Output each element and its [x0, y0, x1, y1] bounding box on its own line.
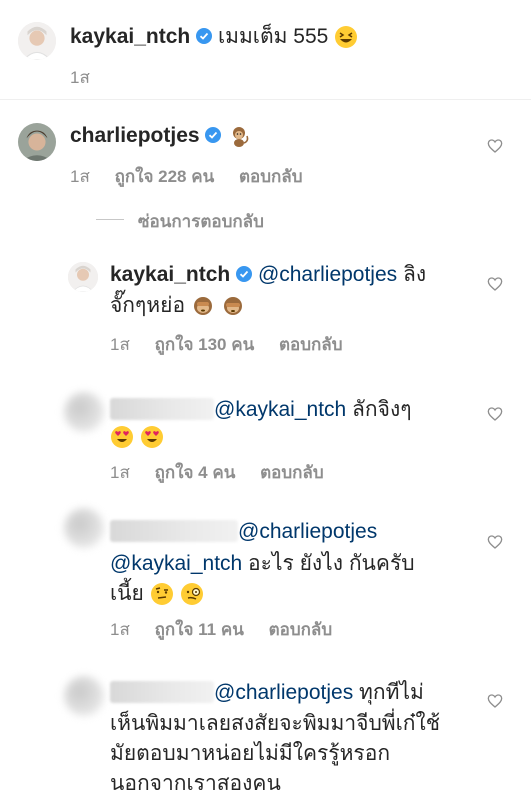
reply-text-line3: มัยตอบมาหน่อยไม่มีใครรู้หรอก: [110, 738, 390, 769]
username[interactable]: kaykai_ntch: [110, 263, 230, 286]
verified-badge-icon: [236, 260, 253, 282]
reply-text: kaykai_ntch @charliepotjes ลิง: [110, 259, 426, 290]
reply-line: มัยตอบมาหน่อยไม่มีใครรู้หรอก: [110, 742, 391, 765]
see-no-evil-monkey-icon: [221, 294, 245, 318]
timestamp: 1ส: [70, 68, 90, 87]
timestamp: 1ส: [110, 620, 130, 639]
reply-line: นอกจากเราสองคน: [110, 772, 281, 795]
comment-text: charliepotjes: [70, 120, 251, 151]
mention-link[interactable]: @kaykai_ntch: [110, 552, 242, 575]
avatar[interactable]: [18, 22, 56, 60]
avatar[interactable]: [68, 262, 98, 292]
username[interactable]: charliepotjes: [70, 124, 200, 147]
reply-line: อะไร ยังไง กันครับ: [242, 552, 415, 575]
monkey-icon: [227, 124, 251, 148]
reply-text-line2: เห็นพิมมาเลยสงสัยจะพิมมาจีบพี่เก๋ใช้: [110, 708, 440, 739]
post-meta: 1ส: [70, 64, 110, 91]
reply-meta: 1ส ถูกใจ 4 คน ตอบกลับ: [110, 459, 344, 486]
see-no-evil-monkey-icon: [191, 294, 215, 318]
timestamp: 1ส: [110, 335, 130, 354]
reply-text: @charliepotjes ทุกทีไม่: [110, 677, 424, 708]
reply-text-line2: [110, 421, 164, 452]
mention-link[interactable]: @kaykai_ntch: [214, 398, 346, 421]
like-count[interactable]: ถูกใจ 4 คน: [155, 463, 236, 482]
mention-link[interactable]: @charliepotjes: [214, 681, 353, 704]
reply-line: ทุกทีไม่: [353, 681, 424, 704]
raised-eyebrow-face-icon: [150, 582, 174, 606]
verified-badge-icon: [205, 121, 222, 143]
heart-icon[interactable]: [487, 138, 503, 154]
comment-meta: 1ส ถูกใจ 228 คน ตอบกลับ: [70, 163, 323, 190]
reply-line: เนี้ย: [110, 582, 144, 605]
comments-screen: kaykai_ntch เมมเต็ม 555 1ส charliepotjes: [0, 0, 531, 800]
mention-link[interactable]: @charliepotjes: [258, 263, 397, 286]
hide-replies-button[interactable]: ซ่อนการตอบกลับ: [138, 208, 264, 235]
username[interactable]: kaykai_ntch: [70, 25, 190, 48]
reply-line: จั๊กๆหย่อ: [110, 294, 186, 317]
like-count[interactable]: ถูกใจ 11 คน: [155, 620, 244, 639]
avatar[interactable]: [64, 508, 104, 548]
reply-button[interactable]: ตอบกลับ: [279, 335, 343, 354]
reply-meta: 1ส ถูกใจ 130 คน ตอบกลับ: [110, 331, 363, 358]
heart-icon[interactable]: [487, 406, 503, 422]
like-count[interactable]: ถูกใจ 130 คน: [155, 335, 255, 354]
reply-button[interactable]: ตอบกลับ: [260, 463, 324, 482]
like-count[interactable]: ถูกใจ 228 คน: [115, 167, 215, 186]
timestamp: 1ส: [110, 463, 130, 482]
monocle-face-icon: [180, 582, 204, 606]
grinning-squinting-face-icon: [334, 25, 358, 49]
reply-text-line4: นอกจากเราสองคน: [110, 768, 281, 799]
heart-icon[interactable]: [487, 276, 503, 292]
reply-text-line2: @kaykai_ntch อะไร ยังไง กันครับ: [110, 548, 415, 579]
reply-meta: 1ส ถูกใจ 11 คน ตอบกลับ: [110, 616, 352, 643]
avatar[interactable]: [18, 123, 56, 161]
heart-icon[interactable]: [487, 534, 503, 550]
post-caption-section: kaykai_ntch เมมเต็ม 555 1ส: [0, 0, 531, 100]
reply-line: ลิง: [397, 263, 427, 286]
heart-eyes-icon: [140, 425, 164, 449]
reply-text-line3: เนี้ย: [110, 578, 204, 609]
reply-line: เห็นพิมมาเลยสงสัยจะพิมมาจีบพี่เก๋ใช้: [110, 712, 441, 735]
reply-button[interactable]: ตอบกลับ: [269, 620, 333, 639]
heart-icon[interactable]: [487, 693, 503, 709]
avatar[interactable]: [64, 676, 104, 716]
heart-eyes-icon: [110, 425, 134, 449]
blurred-username[interactable]: [110, 398, 214, 420]
reply-text-line2: จั๊กๆหย่อ: [110, 290, 245, 321]
reply-button[interactable]: ตอบกลับ: [239, 167, 303, 186]
blurred-username[interactable]: [110, 681, 214, 703]
timestamp: 1ส: [70, 167, 90, 186]
caption-text: kaykai_ntch เมมเต็ม 555: [70, 21, 358, 52]
reply-line: ลักจิงๆ: [346, 398, 412, 421]
reply-text: @charliepotjes: [110, 516, 377, 547]
verified-badge-icon: [196, 22, 213, 44]
caption: เมมเต็ม 555: [217, 25, 329, 48]
mention-link[interactable]: @charliepotjes: [238, 520, 377, 543]
avatar[interactable]: [64, 392, 104, 432]
hide-replies-line: [96, 219, 124, 220]
blurred-username[interactable]: [110, 520, 238, 542]
